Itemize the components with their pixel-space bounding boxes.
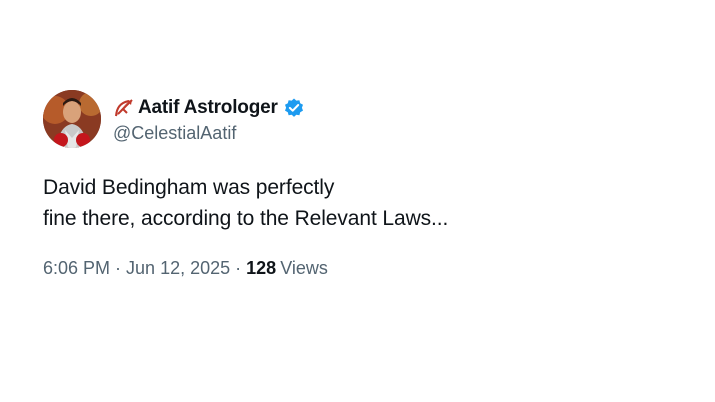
tweet-text-line: David Bedingham was perfectly	[43, 176, 335, 199]
tweet-date[interactable]: Jun 12, 2025	[126, 258, 230, 279]
tweet-time[interactable]: 6:06 PM	[43, 258, 110, 279]
meta-separator: ·	[115, 258, 122, 278]
verified-badge-icon[interactable]	[283, 97, 305, 119]
tweet-card: Aatif Astrologer @CelestialAatif David B…	[43, 90, 683, 279]
author-names: Aatif Astrologer @CelestialAatif	[113, 95, 305, 144]
author-handle[interactable]: @CelestialAatif	[113, 123, 305, 144]
sagittarius-bow-icon	[113, 97, 135, 119]
views-count[interactable]: 128	[246, 258, 276, 279]
tweet-text-line: fine there, according to the Relevant La…	[43, 207, 449, 230]
display-name-row[interactable]: Aatif Astrologer	[113, 95, 305, 121]
avatar-image	[43, 90, 101, 148]
author-display-name[interactable]: Aatif Astrologer	[138, 97, 278, 119]
avatar[interactable]	[43, 90, 101, 148]
tweet-text: David Bedingham was perfectly fine there…	[43, 172, 683, 234]
tweet-meta: 6:06 PM · Jun 12, 2025 · 128 Views	[43, 258, 683, 279]
views-label[interactable]: Views	[280, 258, 328, 279]
tweet-header: Aatif Astrologer @CelestialAatif	[43, 90, 683, 148]
meta-separator: ·	[235, 258, 242, 278]
